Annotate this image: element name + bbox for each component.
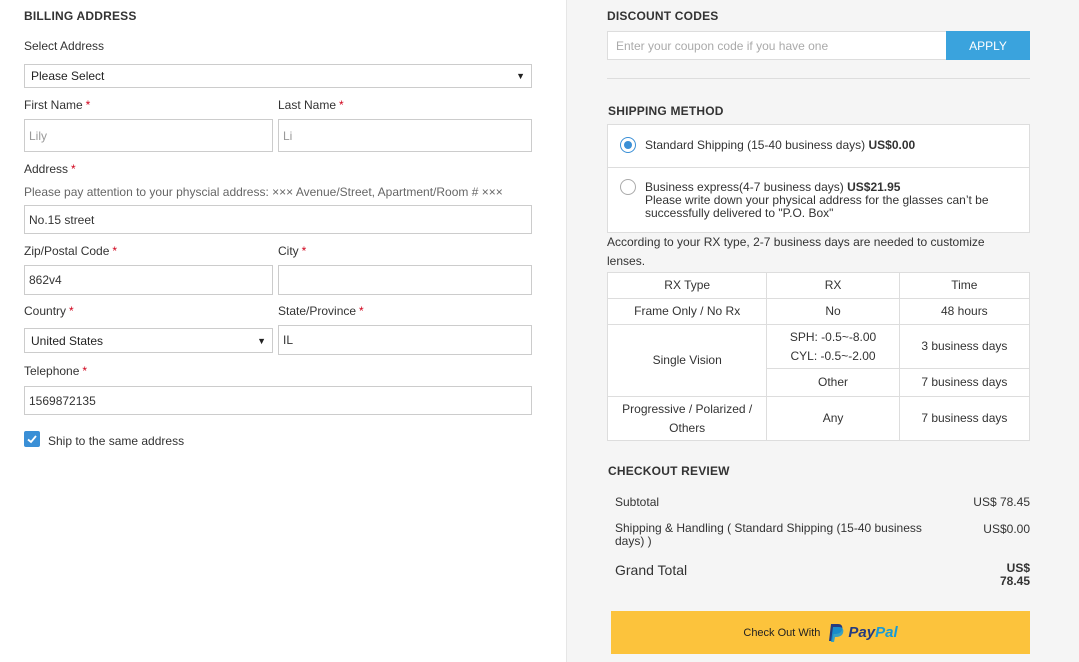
shipping-label: Shipping & Handling ( Standard Shipping … xyxy=(615,521,922,548)
zip-input[interactable]: 862v4 xyxy=(24,265,273,295)
paypal-brand-a: Pay xyxy=(848,624,876,641)
table-header: RX Type xyxy=(606,272,768,299)
table-header-row: RX Type RX Time xyxy=(606,272,1031,299)
paypal-icon xyxy=(829,623,844,642)
rx-table: RX Type RX Time Frame Only / No Rx No 48… xyxy=(606,272,1031,441)
grand-total-row: Grand Total US$ 78.45 xyxy=(615,562,1030,592)
first-name-input[interactable]: Lily xyxy=(24,119,273,152)
telephone-input[interactable]: 1569872135 xyxy=(24,386,532,415)
select-address-value: Please Select xyxy=(31,69,105,83)
chevron-down-icon: ▼ xyxy=(257,335,266,346)
address-input[interactable]: No.15 street xyxy=(24,205,532,234)
discount-title: DISCOUNT CODES xyxy=(607,9,719,23)
shipping-option-price: US$21.95 xyxy=(847,180,901,194)
table-cell: 3 business days xyxy=(898,324,1031,369)
table-cell: Any xyxy=(766,396,900,441)
shipping-title: SHIPPING METHOD xyxy=(608,104,724,118)
billing-section: BILLING ADDRESS Select Address Please Se… xyxy=(0,0,566,662)
subtotal-label: Subtotal xyxy=(615,495,660,509)
paypal-brand-b: Pal xyxy=(875,624,898,641)
coupon-input[interactable]: Enter your coupon code if you have one xyxy=(607,31,946,60)
table-header: RX xyxy=(766,272,900,299)
last-name-input[interactable]: Li xyxy=(278,119,532,152)
table-cell: 7 business days xyxy=(898,368,1031,397)
first-name-label: First Name * xyxy=(24,98,91,112)
paypal-checkout-button[interactable]: Check Out With PayPal xyxy=(611,611,1030,654)
state-label: State/Province * xyxy=(278,304,364,318)
billing-title: BILLING ADDRESS xyxy=(24,9,137,23)
ship-same-label[interactable]: Ship to the same address xyxy=(48,434,184,448)
subtotal-value: US$ 78.45 xyxy=(973,495,1030,509)
table-row: Frame Only / No Rx No 48 hours xyxy=(606,298,1031,325)
table-row: Progressive / Polarized / Others Any 7 b… xyxy=(606,396,1031,441)
table-cell: Progressive / Polarized / Others xyxy=(606,396,768,441)
city-label: City * xyxy=(278,244,307,258)
rx-note: According to your RX type, 2-7 business … xyxy=(607,235,985,268)
subtotal-row: Subtotal US$ 78.45 xyxy=(615,495,1030,511)
ship-same-checkbox[interactable] xyxy=(24,431,40,447)
chevron-down-icon: ▼ xyxy=(516,71,525,81)
shipping-option-express[interactable]: Business express(4-7 business days) US$2… xyxy=(608,168,1029,234)
select-address-label: Select Address xyxy=(24,39,105,53)
city-input[interactable] xyxy=(278,265,532,295)
radio-unselected[interactable] xyxy=(620,179,636,195)
shipping-option-price: US$0.00 xyxy=(868,138,916,152)
paypal-logo: PayPal xyxy=(828,623,898,643)
table-cell: 48 hours xyxy=(898,298,1031,325)
radio-selected[interactable] xyxy=(620,137,636,153)
country-label: Country * xyxy=(24,304,74,318)
checkmark-icon xyxy=(27,435,37,444)
shipping-option-label: Business express(4-7 business days) xyxy=(645,180,844,194)
address-note: Please pay attention to your physcial ad… xyxy=(24,185,503,199)
summary-section: DISCOUNT CODES Enter your coupon code if… xyxy=(566,0,1079,662)
table-cell: No xyxy=(766,298,900,325)
apply-button[interactable]: APPLY xyxy=(946,31,1030,60)
telephone-label: Telephone * xyxy=(24,364,88,378)
grand-total-label: Grand Total xyxy=(615,562,688,578)
shipping-row: Shipping & Handling ( Standard Shipping … xyxy=(615,522,1030,550)
table-cell: 7 business days xyxy=(898,396,1031,441)
table-cell: Other xyxy=(766,368,900,397)
zip-label: Zip/Postal Code * xyxy=(24,244,118,258)
shipping-value: US$0.00 xyxy=(983,522,1030,536)
shipping-options: Standard Shipping (15-40 business days) … xyxy=(607,124,1030,233)
table-cell: Frame Only / No Rx xyxy=(606,298,768,325)
table-row: Single Vision SPH: -0.5~-8.00 CYL: -0.5~… xyxy=(606,324,1031,397)
shipping-option-note: Please write down your physical address … xyxy=(645,193,989,220)
divider xyxy=(607,78,1030,79)
country-value: United States xyxy=(31,333,104,348)
table-header: Time xyxy=(898,272,1031,299)
review-title: CHECKOUT REVIEW xyxy=(608,464,730,478)
table-cell: SPH: -0.5~-8.00 CYL: -0.5~-2.00 xyxy=(766,324,900,369)
select-address-dropdown[interactable]: Please Select ▼ xyxy=(24,64,532,88)
shipping-option-standard[interactable]: Standard Shipping (15-40 business days) … xyxy=(608,125,1029,167)
rx-range-sph: SPH: -0.5~-8.00 xyxy=(789,329,877,344)
state-input[interactable]: IL xyxy=(278,325,532,355)
address-label: Address * xyxy=(24,162,76,176)
grand-total-value: US$ 78.45 xyxy=(999,561,1030,588)
paypal-prefix: Check Out With xyxy=(743,626,821,639)
rx-range-cyl: CYL: -0.5~-2.00 xyxy=(790,348,876,363)
shipping-option-label: Standard Shipping (15-40 business days) xyxy=(645,138,866,152)
table-cell: Single Vision xyxy=(606,324,768,397)
country-dropdown[interactable]: United States ▼ xyxy=(24,328,273,353)
last-name-label: Last Name * xyxy=(278,98,344,112)
